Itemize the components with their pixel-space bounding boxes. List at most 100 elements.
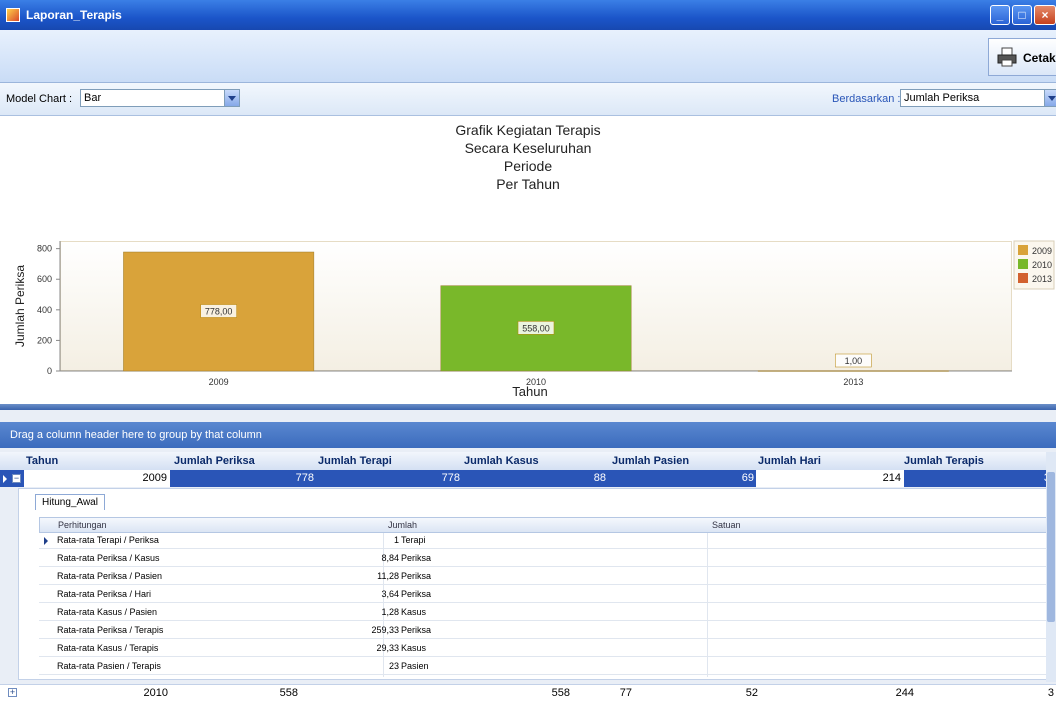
group-by-panel[interactable]: Drag a column header here to group by th… (0, 422, 1056, 448)
basis-label: Berdasarkan : (832, 93, 901, 105)
detail-cell-jumlah[interactable]: 8,84 (381, 553, 399, 563)
expand-icon[interactable]: + (8, 688, 17, 697)
model-chart-label: Model Chart : (6, 93, 73, 105)
detail-cell-perhitungan[interactable]: Rata-rata Terapi / Periksa (57, 535, 159, 545)
y-tick-label: 0 (47, 366, 52, 376)
detail-cell-perhitungan[interactable]: Rata-rata Kasus / Terapis (57, 643, 158, 653)
detail-cell-jumlah[interactable]: 11,28 (377, 571, 399, 581)
row-indicator-icon (3, 475, 7, 483)
legend-swatch (1018, 245, 1028, 255)
column-header-jumlah-terapi[interactable]: Jumlah Terapi (318, 455, 392, 467)
cell-jumlah-pasien[interactable]: 69 (608, 472, 754, 484)
column-header-jumlah-kasus[interactable]: Jumlah Kasus (464, 455, 539, 467)
minimize-icon[interactable]: _ (990, 5, 1010, 25)
detail-row[interactable]: Rata-rata Periksa / Kasus 8,84 Periksa (39, 551, 1049, 567)
bar-2013 (757, 370, 949, 372)
detail-row[interactable]: Rata-rata Periksa / Hari 3,64 Periksa (39, 587, 1049, 603)
detail-panel: Hitung_Awal Perhitungan Jumlah Satuan Ra… (18, 488, 1052, 680)
column-header-jumlah-terapis[interactable]: Jumlah Terapis (904, 455, 984, 467)
model-chart-select[interactable]: Bar (80, 89, 240, 107)
detail-cell-satuan[interactable]: Kasus (401, 643, 426, 653)
detail-row[interactable]: Rata-rata Periksa / Terapis 259,33 Periksa (39, 623, 1049, 639)
cell-jumlah-terapi[interactable]: 778 (316, 472, 460, 484)
cell-jumlah-pasien[interactable]: 52 (746, 687, 758, 699)
detail-row[interactable]: Rata-rata Terapi / Periksa 1 Terapi (39, 533, 1049, 549)
cell-jumlah-periksa[interactable]: 558 (280, 687, 298, 699)
close-icon[interactable]: × (1034, 5, 1056, 25)
group-by-hint: Drag a column header here to group by th… (10, 429, 262, 441)
cell-jumlah-kasus[interactable]: 77 (620, 687, 632, 699)
detail-cell-satuan[interactable]: Periksa (401, 589, 431, 599)
column-header-tahun[interactable]: Tahun (26, 455, 58, 467)
cell-tahun[interactable]: 2010 (144, 687, 168, 699)
detail-cell-jumlah[interactable]: 23 (389, 661, 399, 671)
detail-cell-jumlah[interactable]: 3,64 (381, 589, 399, 599)
tab-hitung-awal[interactable]: Hitung_Awal (35, 494, 105, 510)
y-tick-label: 600 (37, 274, 52, 284)
detail-column-perhitungan[interactable]: Perhitungan (58, 520, 107, 530)
print-button-label: Cetak (1023, 51, 1056, 65)
cell-jumlah-terapis[interactable]: 3 (1048, 687, 1054, 699)
grid-header: Tahun Jumlah Periksa Jumlah Terapi Jumla… (0, 452, 1056, 471)
detail-row[interactable]: Rata-rata Kasus / Terapis 29,33 Kasus (39, 641, 1049, 657)
data-label: 778,00 (205, 307, 233, 317)
detail-cell-perhitungan[interactable]: Rata-rata Pasien / Terapis (57, 661, 161, 671)
x-tick-label: 2013 (843, 377, 863, 387)
window-title: Laporan_Terapis (26, 8, 122, 22)
detail-cell-perhitungan[interactable]: Rata-rata Periksa / Terapis (57, 625, 163, 635)
column-header-jumlah-hari[interactable]: Jumlah Hari (758, 455, 821, 467)
basis-select[interactable]: Jumlah Periksa (900, 89, 1056, 107)
detail-cell-perhitungan[interactable]: Rata-rata Periksa / Kasus (57, 553, 160, 563)
detail-row[interactable]: Rata-rata Kasus / Pasien 1,28 Kasus (39, 605, 1049, 621)
y-axis-title: Jumlah Periksa (13, 265, 27, 347)
maximize-icon[interactable]: □ (1012, 5, 1032, 25)
cell-tahun[interactable]: 2009 (24, 470, 170, 487)
detail-row[interactable]: Rata-rata Pasien / Terapis 23 Pasien (39, 659, 1049, 675)
data-label: 558,00 (522, 323, 550, 333)
collapse-icon[interactable]: − (12, 474, 21, 483)
toolbar: Cetak (0, 30, 1056, 83)
detail-cell-satuan[interactable]: Kasus (401, 607, 426, 617)
detail-cell-satuan[interactable]: Periksa (401, 571, 431, 581)
legend-label: 2013 (1032, 274, 1052, 284)
detail-column-jumlah[interactable]: Jumlah (388, 520, 417, 530)
data-label: 1,00 (845, 356, 863, 366)
column-header-jumlah-periksa[interactable]: Jumlah Periksa (174, 455, 255, 467)
vertical-scrollbar[interactable] (1046, 452, 1056, 682)
legend-label: 2009 (1032, 246, 1052, 256)
detail-cell-perhitungan[interactable]: Rata-rata Periksa / Pasien (57, 571, 162, 581)
chevron-down-icon[interactable] (224, 90, 239, 106)
detail-cell-satuan[interactable]: Periksa (401, 625, 431, 635)
printer-icon (997, 47, 1017, 67)
detail-row[interactable]: Rata-rata Periksa / Pasien 11,28 Periksa (39, 569, 1049, 585)
title-bar: Laporan_Terapis _ □ × (0, 0, 1056, 30)
detail-cell-jumlah[interactable]: 1,28 (381, 607, 399, 617)
legend-swatch (1018, 273, 1028, 283)
table-row-selected[interactable]: − 2009 778 778 88 69 214 3 (0, 470, 1056, 487)
detail-header: Perhitungan Jumlah Satuan (39, 517, 1049, 533)
detail-cell-perhitungan[interactable]: Rata-rata Periksa / Hari (57, 589, 151, 599)
y-tick-label: 800 (37, 244, 52, 254)
cell-jumlah-terapis[interactable]: 3 (906, 472, 1050, 484)
cell-jumlah-kasus[interactable]: 88 (462, 472, 606, 484)
cell-jumlah-periksa[interactable]: 778 (170, 472, 314, 484)
detail-cell-satuan[interactable]: Periksa (401, 553, 431, 563)
filter-bar: Model Chart : Bar Berdasarkan : Jumlah P… (0, 83, 1056, 116)
scrollbar-thumb[interactable] (1047, 472, 1055, 622)
cell-jumlah-terapi[interactable]: 558 (552, 687, 570, 699)
detail-cell-jumlah[interactable]: 259,33 (371, 625, 399, 635)
column-header-jumlah-pasien[interactable]: Jumlah Pasien (612, 455, 689, 467)
detail-cell-jumlah[interactable]: 1 (394, 535, 399, 545)
detail-cell-satuan[interactable]: Pasien (401, 661, 429, 671)
detail-cell-satuan[interactable]: Terapi (401, 535, 426, 545)
detail-cell-perhitungan[interactable]: Rata-rata Kasus / Pasien (57, 607, 157, 617)
chevron-down-icon[interactable] (1044, 90, 1056, 106)
cell-jumlah-hari[interactable]: 244 (896, 687, 914, 699)
cell-jumlah-hari[interactable]: 214 (756, 470, 904, 487)
print-button[interactable]: Cetak (988, 38, 1056, 76)
detail-cell-jumlah[interactable]: 29,33 (376, 643, 399, 653)
y-tick-label: 400 (37, 305, 52, 315)
detail-column-satuan[interactable]: Satuan (712, 520, 741, 530)
app-icon (6, 8, 20, 22)
table-row[interactable]: + 2010 558 558 77 52 244 3 (0, 684, 1056, 701)
